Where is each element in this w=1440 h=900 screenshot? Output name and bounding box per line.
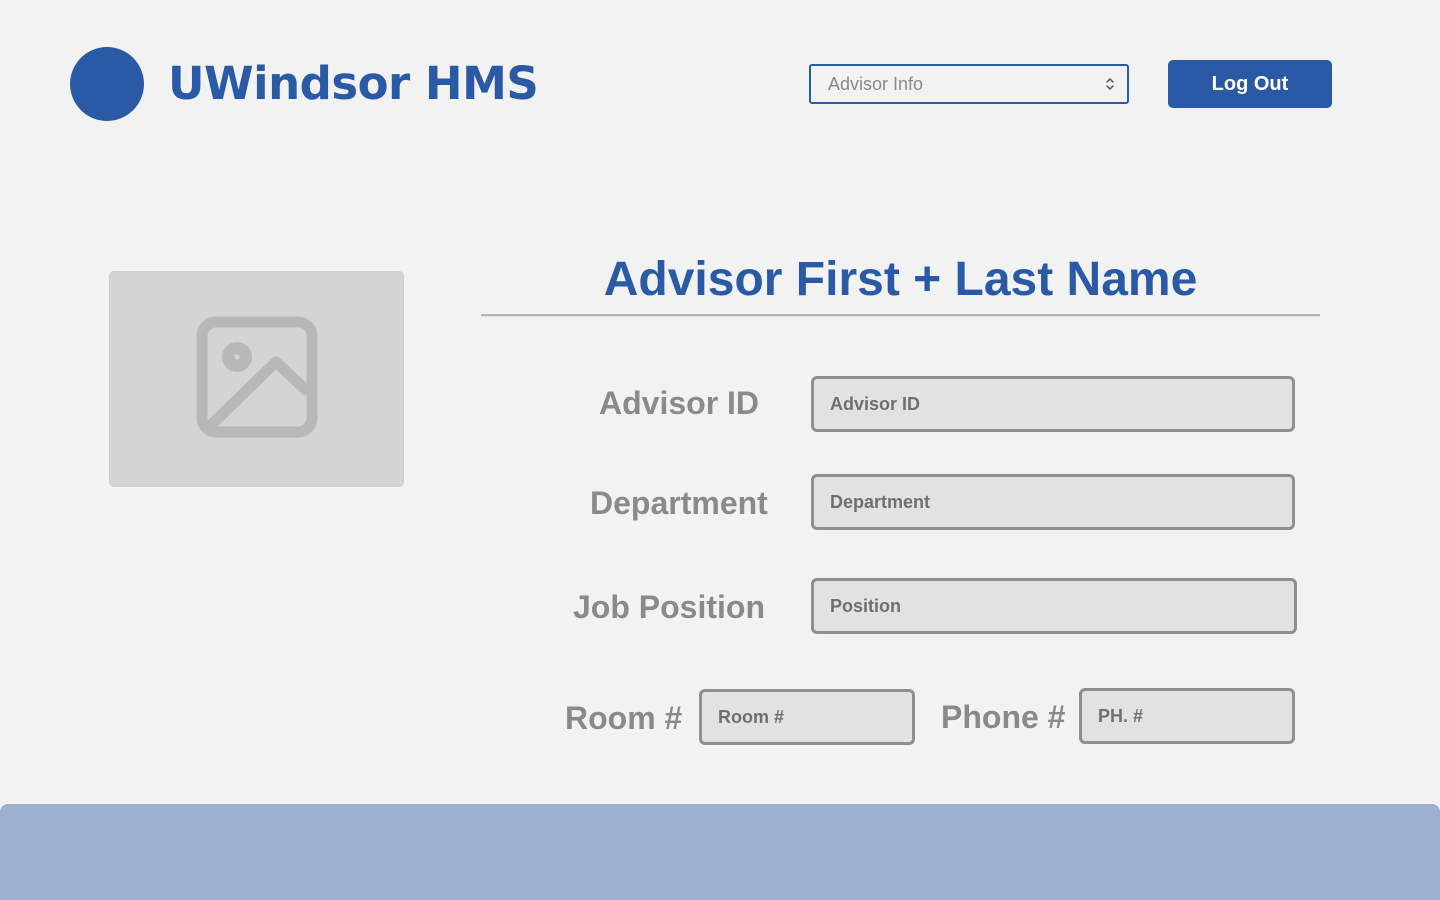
department-label: Department: [590, 485, 768, 521]
advisor-name-heading: Advisor First + Last Name: [603, 253, 1198, 306]
view-select-value: Advisor Info: [828, 73, 924, 94]
logout-button[interactable]: Log Out: [1168, 60, 1332, 108]
advisor-id-label: Advisor ID: [599, 385, 760, 421]
department-field[interactable]: Department: [811, 474, 1295, 530]
name-divider: [481, 314, 1320, 316]
phone-field[interactable]: PH. #: [1079, 688, 1295, 744]
advisor-id-field[interactable]: Advisor ID: [811, 376, 1295, 432]
job-position-label: Job Position: [573, 589, 765, 625]
updown-chevron-icon: [1105, 75, 1115, 93]
advisor-photo: [109, 271, 404, 487]
phone-label: Phone #: [941, 699, 1066, 735]
room-label: Room #: [565, 700, 683, 736]
advisor-info-page: UWindsor HMS Advisor Info Log Out Adviso…: [0, 0, 1440, 900]
job-position-field[interactable]: Position: [811, 578, 1297, 634]
room-field[interactable]: Room #: [699, 689, 915, 745]
app-title: UWindsor HMS: [168, 57, 539, 110]
image-placeholder-icon: [196, 316, 318, 443]
footer-band: [0, 804, 1440, 900]
logo-icon: [70, 47, 144, 121]
view-select-dropdown[interactable]: Advisor Info: [809, 64, 1129, 104]
